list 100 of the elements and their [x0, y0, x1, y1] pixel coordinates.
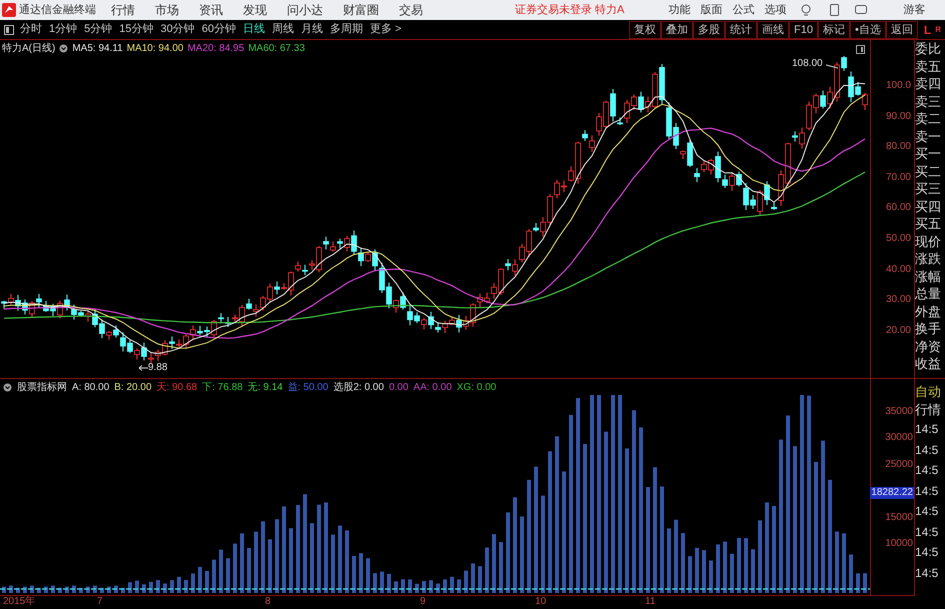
price-axis-label: 40.00 [886, 264, 911, 276]
price-axis-label: 20.00 [886, 324, 911, 337]
price-axis-label: 80.00 [886, 141, 911, 154]
toolbar-button[interactable]: 标记 [818, 20, 850, 38]
period-tab[interactable]: 日线 [243, 21, 265, 38]
indicator-value: 无: 9.14 [248, 380, 283, 394]
price-axis-label: 100.0 [886, 80, 911, 92]
trade-time: 14:5 [915, 442, 940, 458]
date-axis-label: 7 [97, 596, 103, 608]
date-axis-label: 9 [420, 596, 426, 608]
ma-value: MA60: 67.33 [248, 42, 305, 56]
toolbar-button[interactable]: 多股 [693, 20, 726, 38]
indicator-value: AA: 0.00 [413, 380, 452, 394]
chart-title: 特力A(日线) [2, 42, 56, 56]
ma-value: MA20: 84.95 [187, 42, 244, 56]
toolbar-button[interactable]: 返回 [886, 20, 918, 38]
price-axis-label: 60.00 [886, 202, 911, 214]
quote-label: 涨幅 [915, 268, 942, 285]
indicator-value: B: 20.00 [114, 380, 152, 394]
quote-label: 委比 [915, 40, 942, 58]
toolbar-button[interactable]: •自选 [850, 20, 886, 38]
quote-label: 现价 [915, 232, 942, 250]
volume-axis-label: 25000 [884, 458, 914, 471]
menu-item[interactable]: 问小达 [287, 1, 323, 19]
menu-item[interactable]: 公式 [732, 2, 754, 18]
expand-icon[interactable] [856, 45, 865, 54]
toolbar-button[interactable]: F10 [789, 20, 818, 38]
quote-label: 买四 [915, 198, 942, 215]
toolbar-button[interactable]: 复权 [629, 20, 662, 38]
leader-line [826, 64, 838, 68]
toolbar-button[interactable]: 画线 [757, 20, 790, 38]
period-tab[interactable]: 周线 [272, 21, 294, 38]
user-label[interactable]: 游客 [903, 2, 926, 18]
corner-label: L [924, 22, 932, 38]
indicator-value: A: 80.00 [72, 380, 110, 394]
quote-label: 买二 [915, 162, 942, 180]
menu-item[interactable]: 财富圈 [343, 1, 379, 19]
volume-axis-label: 10000 [884, 538, 914, 550]
current-value-marker: 18282.22 [870, 487, 914, 499]
period-tab[interactable]: 月线 [301, 21, 323, 38]
menu-item[interactable]: 版面 [700, 2, 722, 18]
period-tab[interactable]: 更多 > [370, 21, 402, 38]
quote-label: 卖三 [915, 92, 942, 110]
date-axis-label: 10 [535, 596, 546, 608]
menu-item[interactable]: 发现 [243, 1, 267, 19]
indicator-value: 下: 76.88 [202, 380, 243, 394]
price-axis-label: 70.00 [886, 172, 911, 184]
menu-item[interactable]: 交易 [399, 1, 423, 19]
bulb-icon[interactable] [800, 4, 812, 16]
login-notice: 证券交易未登录 特力A [515, 2, 624, 18]
quote-label: 卖四 [915, 75, 942, 92]
menu-item[interactable]: 市场 [155, 1, 179, 19]
date-axis-label: 8 [265, 596, 271, 608]
menu-item[interactable]: 功能 [668, 2, 690, 18]
menu-item[interactable]: 选项 [764, 2, 786, 18]
quote-label: 总量 [915, 285, 942, 302]
toolbar-button[interactable]: 统计 [725, 20, 758, 38]
collapse-icon[interactable] [59, 44, 68, 52]
trade-time: 14:5 [915, 564, 940, 582]
arrow-icon [138, 364, 148, 370]
trade-time: 14:5 [915, 462, 940, 479]
low-price-label: 9.88 [148, 362, 168, 373]
quote-label: 卖五 [915, 58, 942, 75]
quote-label: 卖一 [915, 128, 942, 145]
period-tab[interactable]: 分时 [20, 21, 42, 38]
collapse-icon[interactable] [3, 382, 12, 392]
phone-icon[interactable] [830, 4, 840, 16]
mode-tab[interactable]: 行情 [915, 401, 945, 419]
ma-value: MA10: 94.00 [126, 42, 184, 56]
quote-label: 换手 [915, 320, 942, 338]
menu-item[interactable]: 行情 [111, 1, 135, 19]
toolbar-button[interactable]: 叠加 [661, 20, 694, 38]
mode-tab[interactable]: 自动 [915, 383, 945, 401]
message-icon[interactable] [855, 5, 868, 15]
panel-toggle-icon[interactable] [4, 24, 14, 34]
indicator-value: 天: 90.68 [156, 380, 198, 394]
period-tab[interactable]: 30分钟 [160, 21, 195, 38]
quote-label: 外盘 [915, 302, 942, 320]
date-axis-label: 2015年 [3, 596, 36, 608]
trade-time: 14:5 [915, 421, 940, 438]
volume-axis-label: 35000 [884, 406, 914, 418]
quote-label: 净资 [915, 338, 942, 355]
app-name: 通达信金融终端 [19, 2, 97, 18]
period-tab[interactable]: 5分钟 [84, 21, 112, 38]
trade-time: 14:5 [915, 544, 940, 561]
quote-label: 卖二 [915, 110, 942, 128]
indicator-value: XG: 0.00 [456, 380, 496, 394]
quote-label: 买五 [915, 215, 942, 232]
indicator-title: 股票指标网 [17, 380, 67, 394]
volume-axis-label: 15000 [884, 512, 914, 524]
date-axis-label: 11 [645, 596, 656, 608]
period-tab[interactable]: 15分钟 [119, 21, 154, 38]
quote-label: 买三 [915, 180, 942, 198]
period-tab[interactable]: 60分钟 [202, 21, 236, 38]
menu-item[interactable]: 资讯 [199, 1, 223, 19]
indicator-value: 益: 50.00 [288, 380, 328, 394]
high-price-label: 108.00 [792, 57, 823, 71]
period-tab[interactable]: 1分钟 [49, 21, 78, 38]
period-tab[interactable]: 多周期 [330, 21, 363, 38]
trade-time: 14:5 [915, 482, 940, 500]
